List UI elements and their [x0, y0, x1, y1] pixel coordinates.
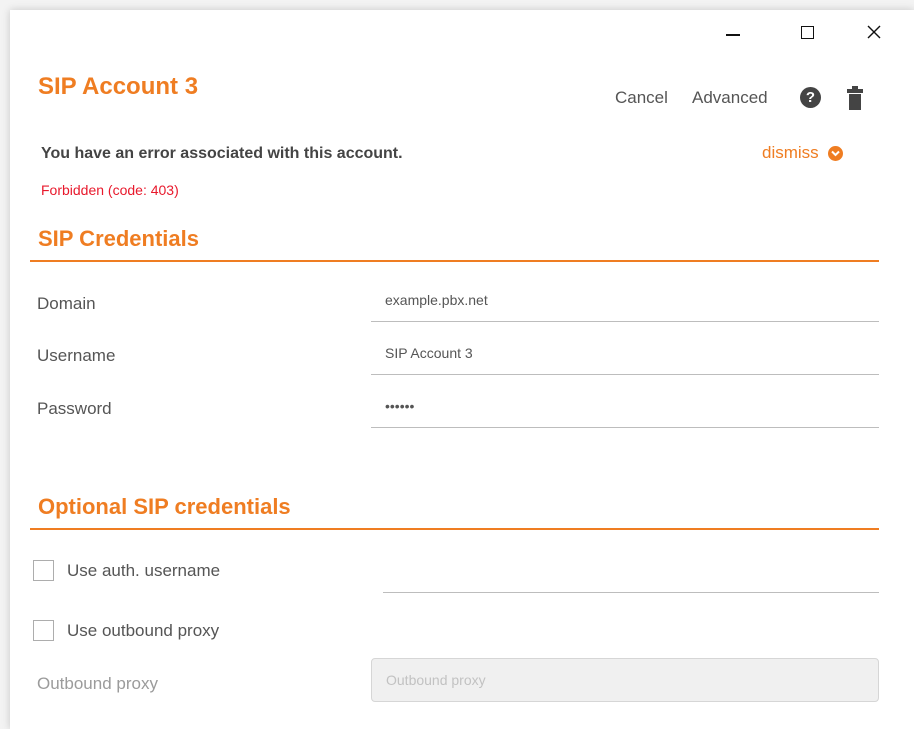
username-label: Username [37, 346, 116, 365]
section-title-sip-credentials: SIP Credentials [38, 226, 199, 251]
dismiss-label: dismiss [762, 143, 819, 162]
outbound-proxy-label: Outbound proxy [37, 674, 158, 693]
maximize-button[interactable] [787, 18, 827, 46]
password-field[interactable]: •••••• [371, 392, 879, 428]
close-button[interactable] [854, 18, 894, 46]
domain-field[interactable]: example.pbx.net [371, 286, 879, 322]
dismiss-button[interactable]: dismiss [762, 143, 843, 163]
help-icon[interactable]: ? [800, 87, 821, 108]
minimize-icon [726, 34, 740, 36]
section-title-optional-credentials: Optional SIP credentials [38, 494, 291, 519]
use-auth-username-label: Use auth. username [67, 560, 221, 580]
minimize-button[interactable] [713, 18, 753, 46]
password-label: Password [37, 399, 112, 418]
section-divider [30, 528, 879, 530]
maximize-icon [800, 25, 814, 39]
auth-username-field[interactable] [383, 592, 879, 593]
use-outbound-proxy-checkbox-row[interactable]: Use outbound proxy [33, 620, 219, 641]
use-auth-username-checkbox[interactable] [33, 560, 54, 581]
trash-icon[interactable] [846, 86, 864, 110]
page-title: SIP Account 3 [38, 73, 199, 100]
use-outbound-proxy-label: Use outbound proxy [67, 620, 220, 640]
account-settings-window: SIP Account 3 Cancel Advanced ? You have… [10, 10, 914, 729]
outbound-proxy-input[interactable]: Outbound proxy [371, 658, 879, 702]
error-detail: Forbidden (code: 403) [41, 182, 179, 198]
error-message: You have an error associated with this a… [41, 145, 403, 162]
advanced-button[interactable]: Advanced [692, 88, 768, 108]
section-divider [30, 260, 879, 262]
cancel-button[interactable]: Cancel [615, 88, 668, 108]
close-icon [867, 25, 881, 39]
use-auth-username-checkbox-row[interactable]: Use auth. username [33, 560, 220, 581]
username-field[interactable]: SIP Account 3 [371, 339, 879, 375]
domain-label: Domain [37, 294, 96, 313]
chevron-down-icon [827, 145, 843, 161]
use-outbound-proxy-checkbox[interactable] [33, 620, 54, 641]
